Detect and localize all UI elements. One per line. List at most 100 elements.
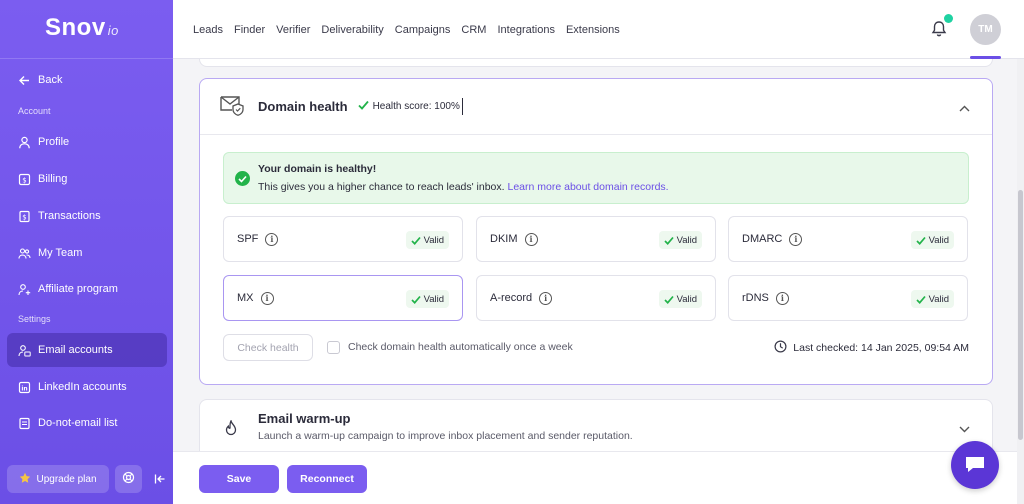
success-check-icon	[235, 171, 250, 186]
nav-link-leads[interactable]: Leads	[193, 24, 223, 36]
nav-link-finder[interactable]: Finder	[234, 24, 265, 36]
upgrade-plan-label: Upgrade plan	[36, 473, 97, 485]
info-icon[interactable]: i	[265, 232, 279, 246]
record-name: A-record	[490, 292, 533, 304]
envelope-shield-icon	[219, 94, 245, 119]
upgrade-plan-button[interactable]: Upgrade plan	[7, 465, 109, 493]
support-button[interactable]	[115, 465, 142, 493]
flame-icon	[224, 419, 238, 440]
info-icon[interactable]: i	[539, 291, 553, 305]
record-name: SPF	[237, 233, 259, 245]
star-icon	[19, 472, 31, 487]
brand-logo[interactable]: Snov io	[45, 14, 119, 42]
nav-link-campaigns[interactable]: Campaigns	[395, 24, 451, 36]
avatar[interactable]: TM	[970, 14, 1001, 45]
top-navigation: Leads Finder Verifier Deliverability Cam…	[173, 0, 1024, 59]
chat-widget-button[interactable]	[951, 441, 999, 489]
status-label: Valid	[928, 293, 949, 305]
status-badge: Valid	[658, 231, 702, 249]
sidebar-item-linkedin-accounts[interactable]: in LinkedIn accounts	[7, 370, 167, 404]
sidebar-item-label: My Team	[38, 247, 83, 259]
reconnect-button[interactable]: Reconnect	[287, 465, 367, 493]
save-button[interactable]: Save	[199, 465, 279, 493]
nav-link-extensions[interactable]: Extensions	[566, 24, 620, 36]
chat-icon	[964, 454, 986, 477]
health-score-label: Health score: 100%	[372, 101, 460, 112]
healthy-alert: Your domain is healthy! This gives you a…	[223, 152, 969, 204]
clock-icon	[774, 340, 787, 356]
check-icon	[410, 295, 421, 304]
email-warmup-card[interactable]: Email warm-up Launch a warm-up campaign …	[199, 399, 993, 459]
transactions-icon: $	[18, 210, 31, 223]
nav-link-deliverability[interactable]: Deliverability	[321, 24, 383, 36]
sidebar-item-transactions[interactable]: $ Transactions	[7, 199, 167, 233]
status-label: Valid	[676, 293, 697, 305]
learn-more-link[interactable]: Learn more about domain records.	[508, 181, 669, 193]
record-card-dkim: DKIM i Valid	[476, 216, 716, 262]
sidebar-bottom: Upgrade plan	[7, 465, 170, 493]
main-content: Domain health Health score: 100% Your do…	[173, 59, 1017, 504]
status-badge: Valid	[910, 231, 954, 249]
arrow-left-icon	[18, 74, 31, 87]
sidebar-item-profile[interactable]: Profile	[7, 125, 167, 159]
info-icon[interactable]: i	[260, 291, 274, 305]
svg-text:$: $	[22, 176, 26, 184]
action-footer: Save Reconnect	[173, 451, 1017, 504]
auto-check-label: Check domain health automatically once a…	[348, 341, 573, 353]
linkedin-icon: in	[18, 381, 31, 394]
alert-title: Your domain is healthy!	[258, 163, 377, 175]
status-badge: Valid	[405, 290, 449, 308]
domain-health-title: Domain health	[258, 99, 348, 114]
record-name: DMARC	[742, 233, 783, 245]
check-icon	[410, 236, 421, 245]
warmup-subtitle: Launch a warm-up campaign to improve inb…	[258, 430, 633, 442]
nav-link-integrations[interactable]: Integrations	[497, 24, 554, 36]
sidebar-item-affiliate[interactable]: Affiliate program	[7, 272, 167, 306]
previous-card-edge	[199, 59, 993, 67]
info-icon[interactable]: i	[789, 232, 803, 246]
sidebar-item-label: LinkedIn accounts	[38, 381, 127, 393]
svg-text:$: $	[22, 213, 26, 221]
sidebar-divider	[0, 58, 173, 59]
back-link[interactable]: Back	[7, 63, 167, 97]
status-badge: Valid	[910, 290, 954, 308]
sidebar-item-do-not-email[interactable]: Do-not-email list	[7, 406, 167, 440]
sidebar-item-label: Email accounts	[38, 344, 113, 356]
info-icon[interactable]: i	[524, 232, 538, 246]
notification-dot	[944, 14, 953, 23]
affiliate-icon	[18, 283, 31, 296]
status-label: Valid	[676, 234, 697, 246]
sidebar-item-my-team[interactable]: My Team	[7, 236, 167, 270]
svg-text:in: in	[21, 385, 27, 392]
sidebar-item-billing[interactable]: $ Billing	[7, 162, 167, 196]
check-health-button[interactable]: Check health	[223, 334, 313, 361]
nav-link-verifier[interactable]: Verifier	[276, 24, 310, 36]
info-icon[interactable]: i	[775, 291, 789, 305]
chevron-down-icon[interactable]	[959, 422, 970, 436]
billing-icon: $	[18, 173, 31, 186]
lifebuoy-icon	[122, 471, 135, 487]
auto-check-checkbox[interactable]	[327, 341, 340, 354]
record-card-dmarc: DMARC i Valid	[728, 216, 968, 262]
settings-section-label: Settings	[18, 314, 51, 324]
sidebar-item-label: Do-not-email list	[38, 417, 118, 429]
nav-links: Leads Finder Verifier Deliverability Cam…	[193, 0, 620, 59]
record-card-mx: MX i Valid	[223, 275, 463, 321]
sidebar-item-email-accounts[interactable]: Email accounts	[7, 333, 167, 367]
status-badge: Valid	[658, 290, 702, 308]
email-accounts-icon	[18, 344, 31, 357]
sidebar: Snov io Back Account Profile $ Billing $ …	[0, 0, 173, 504]
record-name: rDNS	[742, 292, 769, 304]
status-badge: Valid	[405, 231, 449, 249]
record-card-rdns: rDNS i Valid	[728, 275, 968, 321]
sidebar-item-label: Billing	[38, 173, 68, 185]
scrollbar-thumb[interactable]	[1018, 190, 1023, 440]
check-icon	[915, 295, 926, 304]
bell-icon[interactable]	[931, 20, 947, 38]
check-icon	[357, 100, 369, 113]
nav-link-crm[interactable]: CRM	[461, 24, 486, 36]
collapse-sidebar-icon[interactable]	[150, 465, 170, 493]
chevron-up-icon[interactable]	[959, 101, 970, 115]
back-label: Back	[38, 74, 63, 86]
domain-health-header[interactable]: Domain health Health score: 100%	[200, 79, 992, 135]
